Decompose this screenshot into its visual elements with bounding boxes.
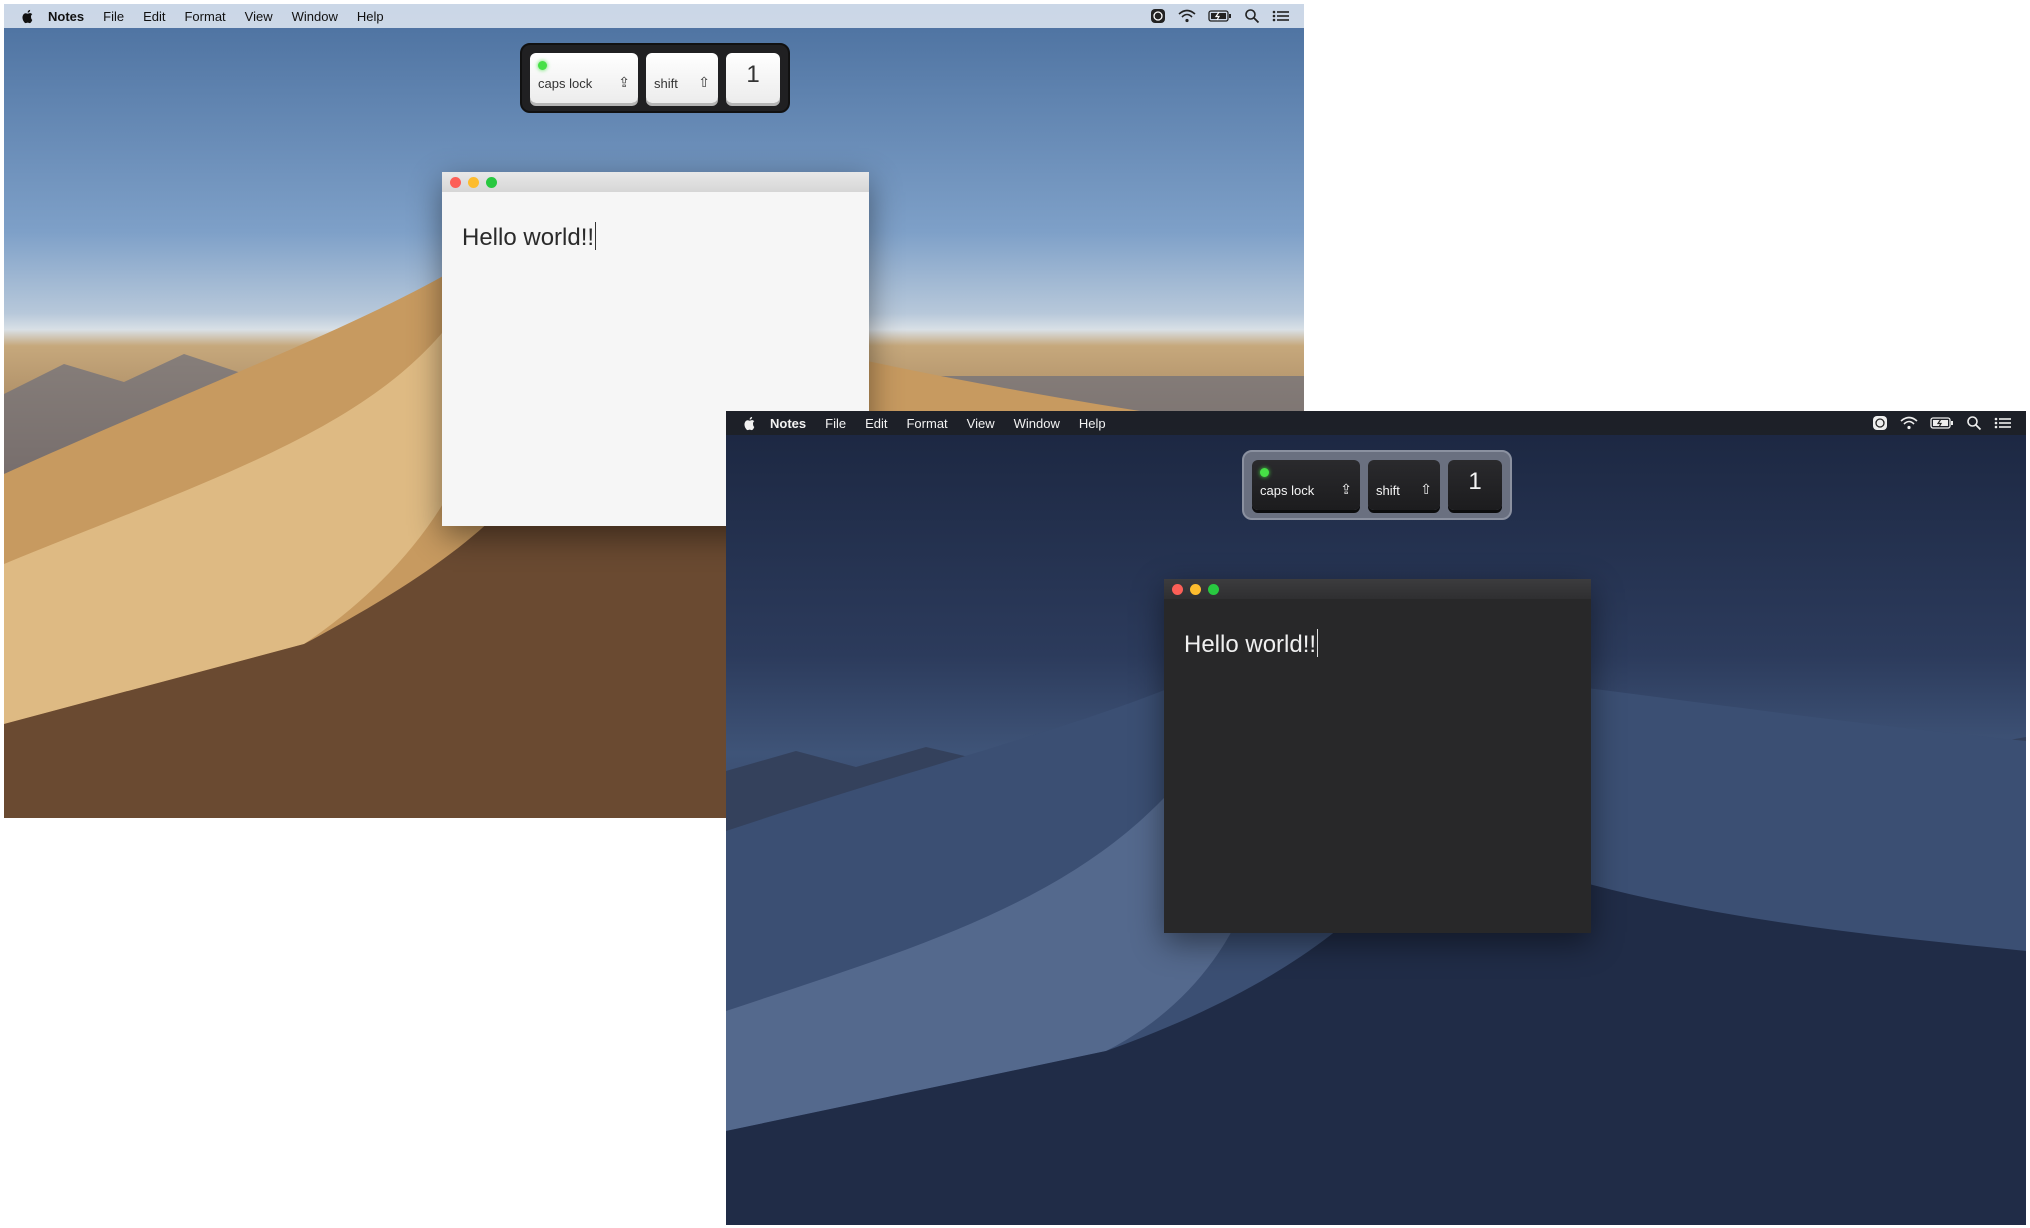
globe-icon[interactable]: [1872, 415, 1888, 431]
keystroke-overlay: caps lock ⇪ shift ⇧ 1: [520, 43, 790, 113]
digit-label: 1: [746, 61, 760, 88]
menu-view[interactable]: View: [967, 416, 995, 431]
title-bar[interactable]: [442, 172, 869, 192]
minimize-button[interactable]: [468, 177, 479, 188]
apple-icon[interactable]: [742, 415, 758, 431]
note-content: Hello world!!: [1184, 631, 1317, 658]
status-area: [1872, 411, 2012, 435]
battery-icon[interactable]: [1208, 9, 1232, 23]
text-cursor: [1317, 629, 1319, 657]
menu-format[interactable]: Format: [184, 9, 225, 24]
digit-label: 1: [1468, 468, 1482, 495]
text-cursor: [595, 222, 597, 250]
caps-lock-icon: ⇪: [1340, 481, 1352, 497]
menu-help[interactable]: Help: [1079, 416, 1106, 431]
note-text[interactable]: Hello world!!: [1184, 629, 1319, 659]
note-editor[interactable]: Hello world!!: [1164, 599, 1591, 933]
battery-icon[interactable]: [1930, 416, 1954, 430]
search-icon[interactable]: [1244, 8, 1260, 24]
wifi-icon[interactable]: [1900, 416, 1918, 430]
note-text[interactable]: Hello world!!: [462, 222, 597, 252]
shift-key: shift ⇧: [1368, 460, 1440, 510]
menu-edit[interactable]: Edit: [143, 9, 165, 24]
shift-key: shift ⇧: [646, 53, 718, 103]
menu-help[interactable]: Help: [357, 9, 384, 24]
maximize-button[interactable]: [486, 177, 497, 188]
title-bar[interactable]: [1164, 579, 1591, 599]
menu-format[interactable]: Format: [906, 416, 947, 431]
note-content: Hello world!!: [462, 224, 595, 251]
app-name[interactable]: Notes: [770, 416, 806, 431]
maximize-button[interactable]: [1208, 584, 1219, 595]
status-area: [1150, 4, 1290, 28]
list-icon[interactable]: [1994, 416, 2012, 430]
apple-icon[interactable]: [20, 8, 36, 24]
close-button[interactable]: [1172, 584, 1183, 595]
menu-view[interactable]: View: [245, 9, 273, 24]
caps-lock-icon: ⇪: [618, 74, 630, 90]
caps-lock-led: [1260, 468, 1269, 477]
digit-key: 1: [1448, 460, 1502, 510]
shift-label: shift: [1376, 483, 1400, 498]
search-icon[interactable]: [1966, 415, 1982, 431]
list-icon[interactable]: [1272, 9, 1290, 23]
dark-mode-screen: Notes File Edit Format View Window Help …: [726, 411, 2026, 1225]
caps-lock-label: caps lock: [538, 76, 593, 91]
menu-bar: Notes File Edit Format View Window Help: [4, 4, 1304, 28]
shift-label: shift: [654, 76, 678, 91]
caps-lock-key: caps lock ⇪: [1252, 460, 1360, 510]
caps-lock-key: caps lock ⇪: [530, 53, 638, 103]
shift-icon: ⇧: [698, 74, 710, 90]
menu-file[interactable]: File: [103, 9, 124, 24]
menu-file[interactable]: File: [825, 416, 846, 431]
app-name[interactable]: Notes: [48, 9, 84, 24]
keystroke-overlay: caps lock ⇪ shift ⇧ 1: [1242, 450, 1512, 520]
close-button[interactable]: [450, 177, 461, 188]
menu-edit[interactable]: Edit: [865, 416, 887, 431]
menu-window[interactable]: Window: [292, 9, 338, 24]
digit-key: 1: [726, 53, 780, 103]
caps-lock-label: caps lock: [1260, 483, 1315, 498]
shift-icon: ⇧: [1420, 481, 1432, 497]
notes-window: Hello world!!: [1164, 579, 1591, 933]
wifi-icon[interactable]: [1178, 9, 1196, 23]
globe-icon[interactable]: [1150, 8, 1166, 24]
caps-lock-led: [538, 61, 547, 70]
menu-window[interactable]: Window: [1014, 416, 1060, 431]
minimize-button[interactable]: [1190, 584, 1201, 595]
menu-bar: Notes File Edit Format View Window Help: [726, 411, 2026, 435]
